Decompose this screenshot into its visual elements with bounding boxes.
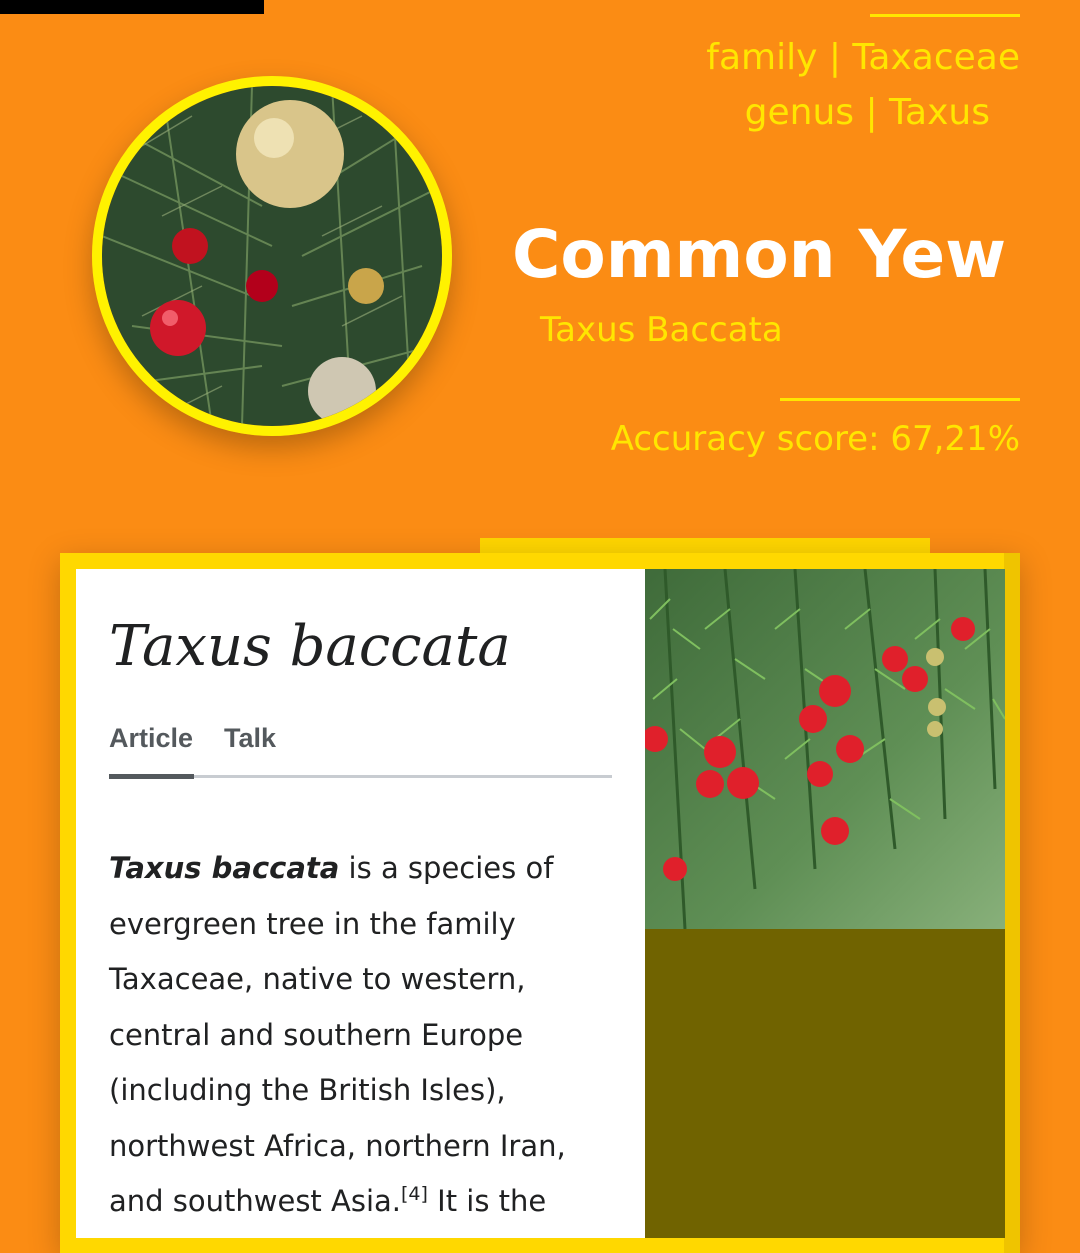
common-name-title: Common Yew bbox=[512, 216, 1007, 293]
wiki-article-title: Taxus baccata bbox=[109, 614, 511, 679]
christmas-tree-photo bbox=[102, 86, 442, 426]
status-bar-fragment bbox=[0, 0, 264, 14]
yew-berries-photo bbox=[645, 569, 1005, 929]
plant-photo-avatar[interactable] bbox=[92, 76, 452, 436]
article-text: is a species of evergreen tree in the fa… bbox=[109, 851, 566, 1218]
family-label: family | Taxaceae bbox=[706, 37, 1020, 78]
wiki-article-panel[interactable]: Taxus baccata Article Talk Taxus baccata… bbox=[76, 569, 645, 1238]
photo-placeholder-block bbox=[645, 929, 1005, 1238]
tab-article[interactable]: Article bbox=[109, 723, 193, 754]
divider-middle bbox=[780, 398, 1020, 401]
wiki-article-body: Taxus baccata is a species of evergreen … bbox=[109, 841, 609, 1230]
divider-top bbox=[870, 14, 1020, 17]
article-text-continued: It is the bbox=[427, 1184, 547, 1218]
scientific-name: Taxus Baccata bbox=[540, 310, 783, 350]
tab-talk[interactable]: Talk bbox=[224, 723, 276, 754]
yew-branch-image bbox=[645, 569, 1005, 929]
wiki-tabs: Article Talk bbox=[109, 719, 612, 779]
genus-label: genus | Taxus bbox=[744, 92, 990, 133]
citation-link[interactable]: [4] bbox=[401, 1183, 428, 1205]
article-subject: Taxus baccata bbox=[109, 851, 340, 885]
accuracy-score: Accuracy score: 67,21% bbox=[610, 419, 1020, 459]
active-tab-indicator bbox=[109, 774, 194, 779]
